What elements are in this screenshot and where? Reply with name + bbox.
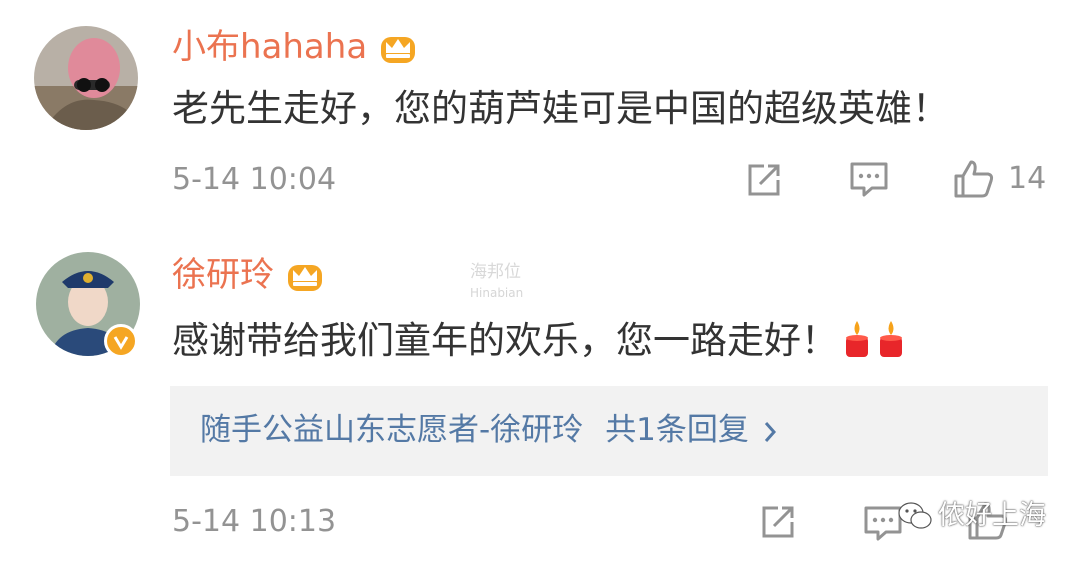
- comment-text: 感谢带给我们童年的欢乐，您一路走好！: [172, 316, 906, 366]
- candle-icon: [880, 321, 902, 357]
- faint-watermark-sub: Hinabian: [470, 286, 524, 300]
- brand-watermark-text: 侬好上海: [938, 500, 1046, 531]
- reply-count: 共1条回复: [605, 412, 749, 448]
- share-button[interactable]: [758, 502, 798, 542]
- comment-item-2: 徐研玲 感谢带给我们童年的欢乐，您一路走好！ 随手公益山东志愿者-徐研玲 共1条回…: [0, 0, 1080, 564]
- candle-icon: [846, 321, 868, 357]
- faint-watermark: 海邦位: [470, 262, 521, 282]
- reply-summary[interactable]: 随手公益山东志愿者-徐研玲 共1条回复: [170, 386, 1048, 476]
- wechat-icon: [898, 502, 932, 529]
- comment-text-body: 感谢带给我们童年的欢乐，您一路走好！: [172, 319, 838, 362]
- reply-link[interactable]: 随手公益山东志愿者-徐研玲 共1条回复: [200, 410, 777, 450]
- share-icon: [762, 506, 794, 538]
- username[interactable]: 徐研玲: [172, 255, 274, 295]
- brand-watermark: 侬好上海: [898, 500, 1046, 532]
- reply-author: 随手公益山东志愿者-徐研玲: [200, 412, 584, 448]
- verified-badge-icon: [104, 324, 138, 358]
- chevron-right-icon: [764, 422, 776, 442]
- comment-time: 5-14 10:13: [172, 504, 337, 539]
- crown-icon: [288, 265, 322, 291]
